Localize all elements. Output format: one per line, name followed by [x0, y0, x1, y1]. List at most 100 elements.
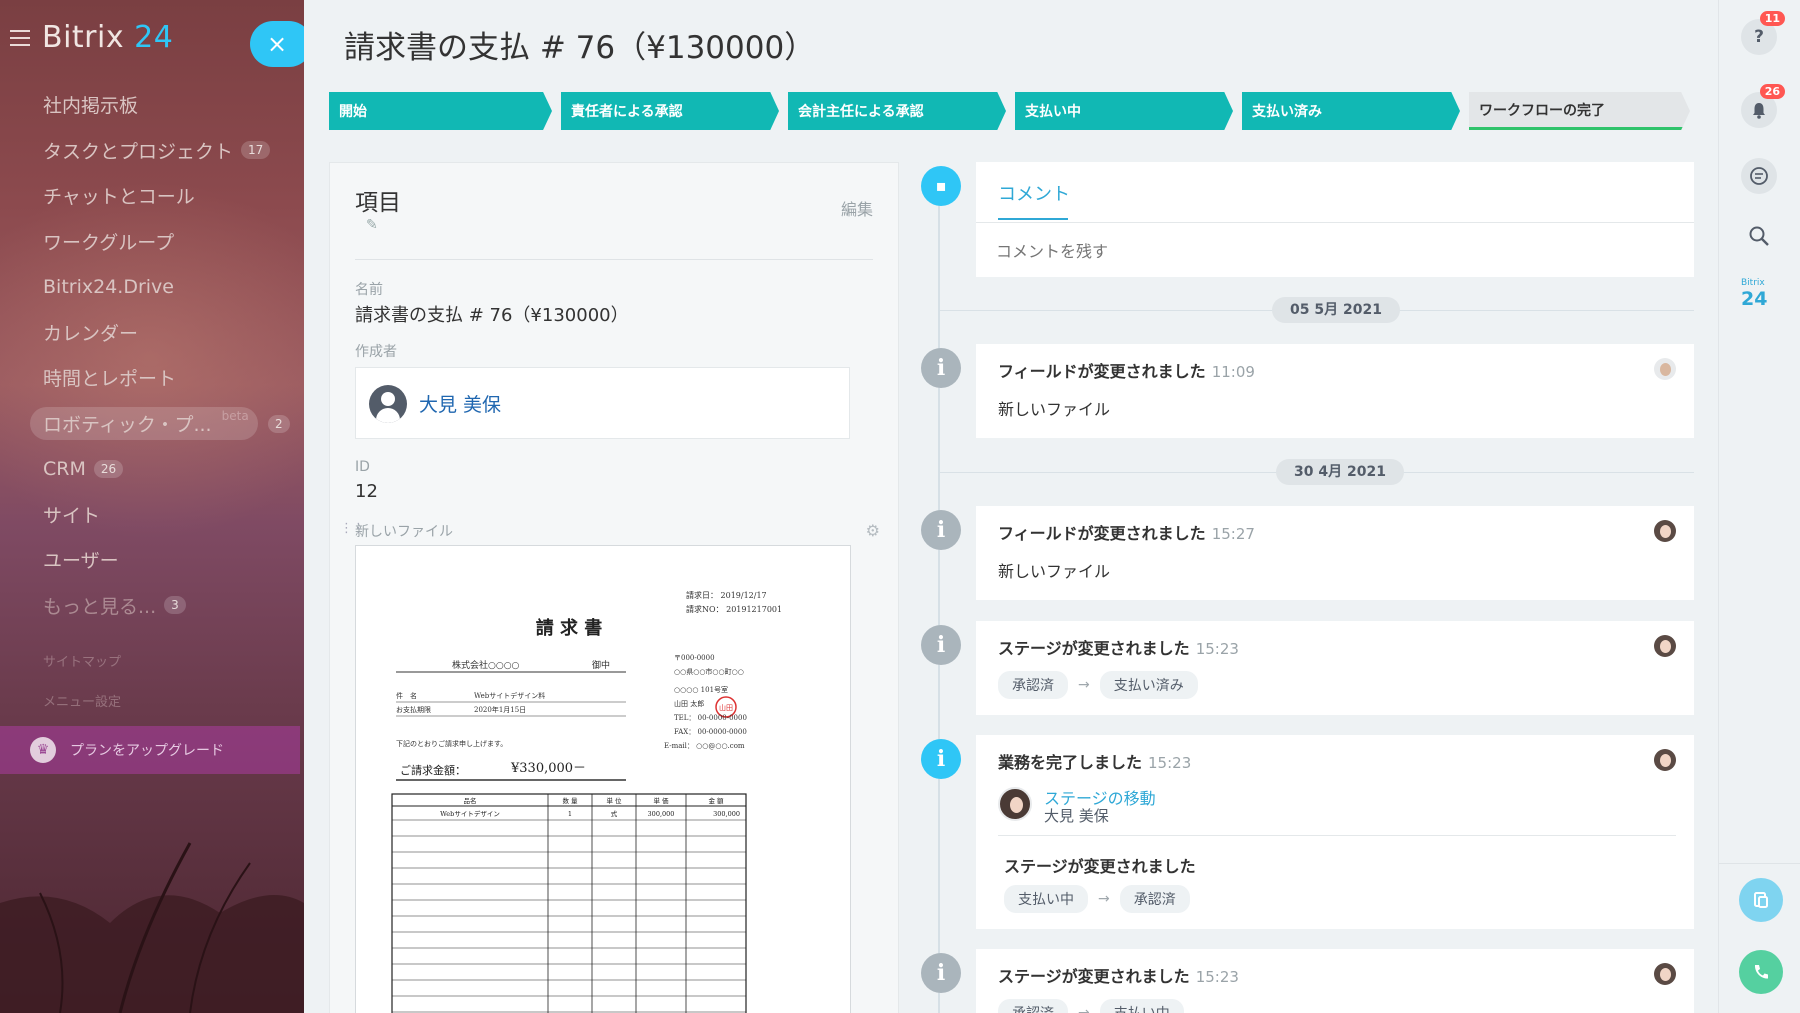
search-icon [1749, 226, 1769, 246]
page-title: 請求書の支払 # 76（¥130000） [344, 30, 816, 66]
table-cell-amount: 300,000 [713, 810, 740, 818]
upgrade-label: プランをアップグレード [70, 743, 224, 759]
avatar[interactable] [1654, 749, 1676, 771]
sidebar-item-crm[interactable]: CRM 26 [0, 446, 304, 492]
comment-input[interactable] [996, 236, 1666, 266]
count-badge: 17 [241, 141, 271, 160]
notifications-badge: 26 [1759, 84, 1785, 99]
help-button[interactable]: ? 11 [1741, 11, 1785, 55]
stage-manager-approval[interactable]: 責任者による承認 [561, 92, 779, 130]
stage-change-chips: 支払い中 → 承認済 [1004, 885, 1190, 913]
count-badge: 3 [164, 596, 186, 615]
table-cell-unit: 式 [611, 809, 618, 818]
stage-start[interactable]: 開始 [329, 92, 552, 130]
phone-button[interactable] [1739, 950, 1783, 994]
timeline-event: ステージが変更されました 15:23 承認済 → 支払い済み [976, 621, 1694, 715]
details-card: 項目 ✎ 編集 名前 請求書の支払 # 76（¥130000） 作成者 大見 美… [329, 162, 899, 1013]
stage-bar: 開始 責任者による承認 会計主任による承認 支払い中 支払い済み ワークフローの… [329, 92, 1699, 130]
sidebar: Bitrix 24 社内掲示板 タスクとプロジェクト 17 チャットとコール ワー… [0, 0, 304, 1013]
pencil-icon[interactable]: ✎ [366, 217, 378, 233]
date-badge: 30 4月 2021 [1276, 459, 1404, 485]
stage-from-chip: 承認済 [998, 999, 1068, 1013]
gear-icon[interactable]: ⚙ [866, 521, 880, 540]
invoice-due-label: お支払期限 [396, 705, 431, 714]
bitrix24-logo[interactable]: Bitrix 24 [1741, 278, 1767, 310]
event-title: ステージが変更されました 15:23 [998, 639, 1239, 658]
stage-change-chips: 承認済 → 支払い中 [998, 999, 1184, 1013]
invoice-address-2: ○○県○○市○○町○○ [674, 667, 744, 676]
sidebar-item-time-reports[interactable]: 時間とレポート [0, 355, 304, 401]
notifications-button[interactable]: 26 [1741, 84, 1785, 128]
right-toolbar: ? 11 26 Bitrix 24 [1718, 0, 1800, 1013]
help-badge: 11 [1759, 11, 1785, 26]
comment-icon: ▪ [921, 166, 961, 206]
stage-paying[interactable]: 支払い中 [1015, 92, 1233, 130]
sidebar-item-rpa[interactable]: ロボティック・プ... beta 2 [0, 401, 304, 447]
documents-button[interactable] [1739, 878, 1783, 922]
search-button[interactable] [1741, 218, 1777, 254]
tab-comment[interactable]: コメント [998, 180, 1070, 206]
tab-underline [998, 218, 1068, 220]
invoice-address-7: E-mail： ○○@○○.com [664, 742, 745, 750]
avatar[interactable] [1654, 520, 1676, 542]
stage-workflow-complete[interactable]: ワークフローの完了 [1469, 92, 1690, 130]
sidebar-item-tasks[interactable]: タスクとプロジェクト 17 [0, 128, 304, 174]
invoice-due-value: 2020年1月15日 [474, 705, 526, 714]
app-logo[interactable]: Bitrix 24 [42, 20, 173, 55]
beta-label: beta [221, 409, 249, 424]
table-header-amount: 金 額 [708, 796, 724, 805]
stage-to-chip: 承認済 [1119, 885, 1190, 913]
event-subtitle: ステージが変更されました [1004, 857, 1196, 876]
sidebar-item-news[interactable]: 社内掲示板 [0, 82, 304, 128]
avatar[interactable] [1654, 358, 1676, 380]
info-icon: i [921, 953, 961, 993]
sidebar-item-drive[interactable]: Bitrix24.Drive [0, 264, 304, 310]
sidebar-item-calendar[interactable]: カレンダー [0, 310, 304, 356]
event-title: フィールドが変更されました 15:27 [998, 524, 1255, 543]
invoice-preview[interactable]: 請求日： 2019/12/17 請求NO： 20191217001 請 求 書 … [355, 545, 851, 1013]
invoice-honorific: 御中 [592, 659, 610, 671]
stage-from-chip: 支払い中 [1004, 885, 1088, 913]
avatar[interactable] [1654, 635, 1676, 657]
main-panel: 請求書の支払 # 76（¥130000） 開始 責任者による承認 会計主任による… [304, 0, 1718, 1013]
bell-icon [1753, 103, 1765, 119]
invoice-client: 株式会社○○○○ [452, 659, 520, 671]
invoice-document: 請求日： 2019/12/17 請求NO： 20191217001 請 求 書 … [391, 590, 782, 1013]
grass-decoration [0, 842, 304, 1013]
timeline-event: 業務を完了しました 15:23 ステージの移動 大見 美保 ステージが変更されまし… [976, 735, 1694, 929]
invoice-total-value: ¥330,000－ [510, 761, 586, 776]
avatar[interactable] [998, 787, 1032, 821]
menu-settings-link[interactable]: メニュー設定 [0, 680, 304, 720]
event-title: 業務を完了しました 15:23 [998, 753, 1192, 772]
stage-accountant-approval[interactable]: 会計主任による承認 [788, 92, 1006, 130]
help-icon: ? [1754, 27, 1764, 47]
sidebar-item-chat[interactable]: チャットとコール [0, 173, 304, 219]
stage-paid[interactable]: 支払い済み [1242, 92, 1460, 130]
table-cell-item: Webサイトデザイン [440, 809, 500, 818]
arrow-right-icon: → [1078, 1005, 1090, 1013]
sidebar-item-users[interactable]: ユーザー [0, 537, 304, 583]
sidebar-item-sites[interactable]: サイト [0, 492, 304, 538]
edit-link[interactable]: 編集 [841, 196, 873, 220]
arrow-right-icon: → [1078, 677, 1090, 693]
creator-label: 作成者 [355, 344, 397, 360]
menu-burger-icon[interactable] [10, 30, 30, 46]
invoice-total-label: ご請求金額： [400, 763, 466, 777]
sidebar-item-workgroups[interactable]: ワークグループ [0, 219, 304, 265]
invoice-address-5: TEL： 00-0000-0000 [674, 714, 747, 722]
count-badge: 2 [268, 414, 290, 433]
sidebar-menu: 社内掲示板 タスクとプロジェクト 17 チャットとコール ワークグループ Bitr… [0, 82, 304, 720]
seal-text: 山田 [719, 703, 733, 712]
invoice-note: 下記のとおりご請求申し上げます。 [396, 739, 507, 748]
close-slider-button[interactable]: × [250, 21, 312, 67]
comment-card: コメント [976, 162, 1694, 277]
id-value: 12 [355, 481, 378, 502]
timeline-event: フィールドが変更されました 11:09 新しいファイル [976, 344, 1694, 438]
invoice-address-6: FAX： 00-0000-0000 [674, 728, 747, 736]
sidebar-item-more[interactable]: もっと見る... 3 [0, 583, 304, 629]
sitemap-link[interactable]: サイトマップ [0, 640, 304, 680]
messenger-button[interactable] [1741, 158, 1777, 194]
avatar[interactable] [1654, 963, 1676, 985]
creator-name-link[interactable]: 大見 美保 [419, 390, 501, 417]
upgrade-plan-button[interactable]: ♛ プランをアップグレード [0, 726, 300, 774]
